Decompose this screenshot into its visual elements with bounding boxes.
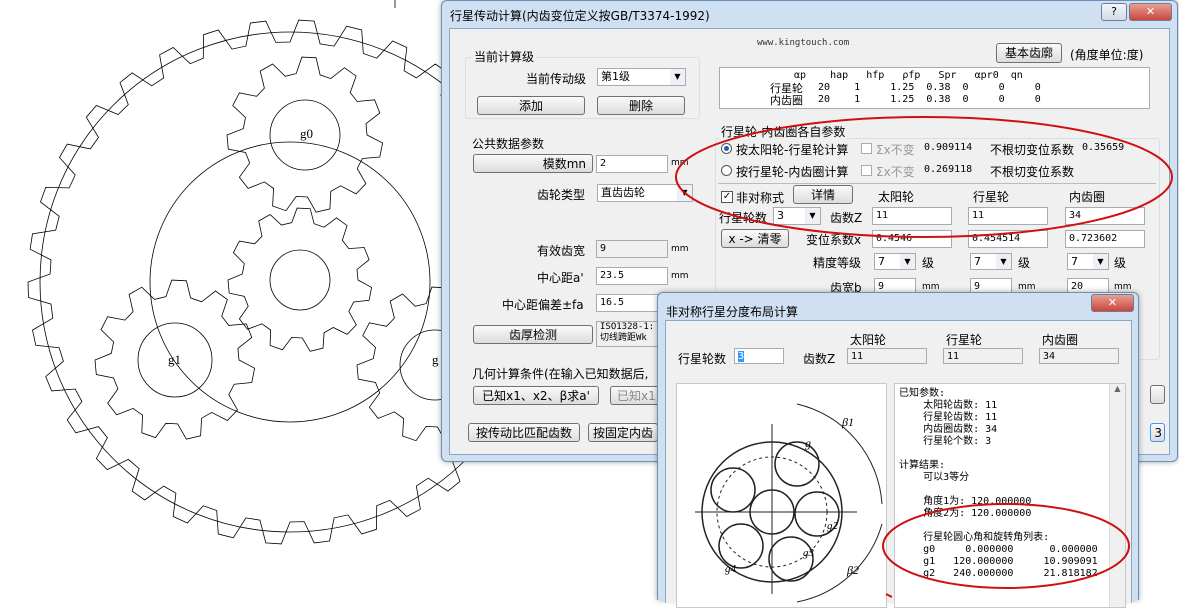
ring-grade-unit: 级 [1114,256,1127,270]
face-width-label: 有效齿宽 [537,244,586,258]
dialog-sun-teeth: 11 [847,348,927,364]
current-stage-select[interactable]: 第1级 ▼ [597,68,686,86]
chevron-down-icon: ▼ [1093,254,1108,269]
gear-type-value: 直齿齿轮 [601,186,645,199]
close-icon: ✕ [1145,5,1156,18]
dialog-teeth-label: 齿数Z [803,352,836,366]
chevron-down-icon: ▼ [900,254,915,269]
label-g1: g1 [168,352,181,367]
planet-grade-unit: 级 [1018,256,1031,270]
common-group-label: 公共数据参数 [472,137,545,151]
dialog-ring-teeth: 34 [1039,348,1119,364]
main-title: 行星传动计算(内齿变位定义按GB/T3374-1992) [450,9,710,23]
dialog-ring-header: 内齿圈 [1042,333,1079,347]
fig-beta1: β1 [841,415,854,429]
fig-g3: g3 [803,547,815,559]
center-distance-input[interactable]: 23.5 [596,267,668,285]
chevron-down-icon: ▼ [996,254,1011,269]
center-distance-unit: mm [671,271,689,281]
fixed-ring-button[interactable]: 按固定内齿 [588,423,658,442]
dialog-close-button[interactable]: ✕ [1091,294,1134,312]
angle-unit: (角度单位:度) [1070,48,1144,62]
profile-row2: 20 1 1.25 0.38 0 0 0 [812,94,1041,105]
dialog-sun-header: 太阳轮 [850,333,887,347]
sun-bore [269,249,331,311]
center-dev-label: 中心距偏差±fa [502,298,584,312]
ring-width-unit: mm [1114,282,1132,292]
ratio-match-button[interactable]: 按传动比匹配齿数 [468,423,580,442]
profile-row1: 20 1 1.25 0.38 0 0 0 [812,82,1041,93]
sun-accuracy-value: 7 [878,255,885,268]
dialog-planet-count-input[interactable]: 3 [734,348,784,364]
pitch-circle [149,141,431,423]
annotation-ellipse-top [675,116,1173,238]
known-x-button[interactable]: 已知x1、x2、β求a' [473,386,599,405]
current-stage-label: 当前传动级 [526,72,587,86]
geometry-condition-label: 几何计算条件(在输入已知数据后, [472,367,649,381]
label-g0: g0 [300,126,313,141]
accuracy-label: 精度等级 [813,256,862,270]
close-button[interactable]: ✕ [1129,3,1172,21]
tooth-check-text: ISO1328-1: 切线跨距Wk [596,321,658,347]
module-input[interactable]: 2 [596,155,668,173]
profile-table: αp hap hfp ρfp Spr αpr0 qn 行星轮 20 1 1.25… [719,67,1150,109]
ring-accuracy-value: 7 [1071,255,1078,268]
annotation-ellipse-bottom [882,503,1130,598]
basic-profile-button[interactable]: 基本齿廓 [996,43,1062,63]
sun-width-unit: mm [922,282,940,292]
module-button[interactable]: 模数mn [473,154,593,173]
help-icon: ? [1111,5,1117,18]
add-button[interactable]: 添加 [477,96,585,115]
dialog-planet-header: 行星轮 [946,333,983,347]
current-stage-group-label: 当前计算级 [472,48,537,65]
layout-figure-svg: β1 β2 g g2 g3 g4 [695,403,883,603]
dialog-planet-count-label: 行星轮数 [678,352,727,366]
face-width-input[interactable]: 9 [596,240,668,258]
profile-table-header: αp hap hfp ρfp Spr αpr0 qn [788,70,1023,81]
ring-accuracy-select[interactable]: 7 ▼ [1067,253,1109,270]
tooth-check-button[interactable]: 齿厚检测 [473,325,593,344]
close-icon: ✕ [1107,296,1118,309]
sun-accuracy-select[interactable]: 7 ▼ [874,253,916,270]
sun-grade-unit: 级 [922,256,935,270]
center-distance-label: 中心距a' [537,271,584,285]
watermark: www.kingtouch.com [757,38,850,48]
current-stage-value: 第1级 [601,70,630,83]
help-button[interactable]: ? [1101,3,1127,21]
chevron-down-icon: ▼ [670,69,685,85]
planet-width-unit: mm [1018,282,1036,292]
partial-right-button[interactable] [1150,385,1165,404]
fig-g2: g2 [827,520,839,532]
gear-type-label: 齿轮类型 [537,188,586,202]
dialog-planet-teeth: 11 [943,348,1023,364]
fig-beta2: β2 [846,563,859,577]
label-g: g [432,352,439,367]
fig-g: g [805,436,811,450]
dialog-planet-count-value: 3 [738,351,745,362]
sun-gear [227,207,373,352]
module-button-label: 模数mn [542,157,586,171]
planet-accuracy-value: 7 [974,255,981,268]
fig-g4: g4 [725,563,737,575]
planet-accuracy-select[interactable]: 7 ▼ [970,253,1012,270]
partial-button[interactable]: 3 [1150,423,1165,442]
layout-figure: β1 β2 g g2 g3 g4 [676,383,887,608]
known-x1-button[interactable]: 已知x1 [610,386,660,405]
